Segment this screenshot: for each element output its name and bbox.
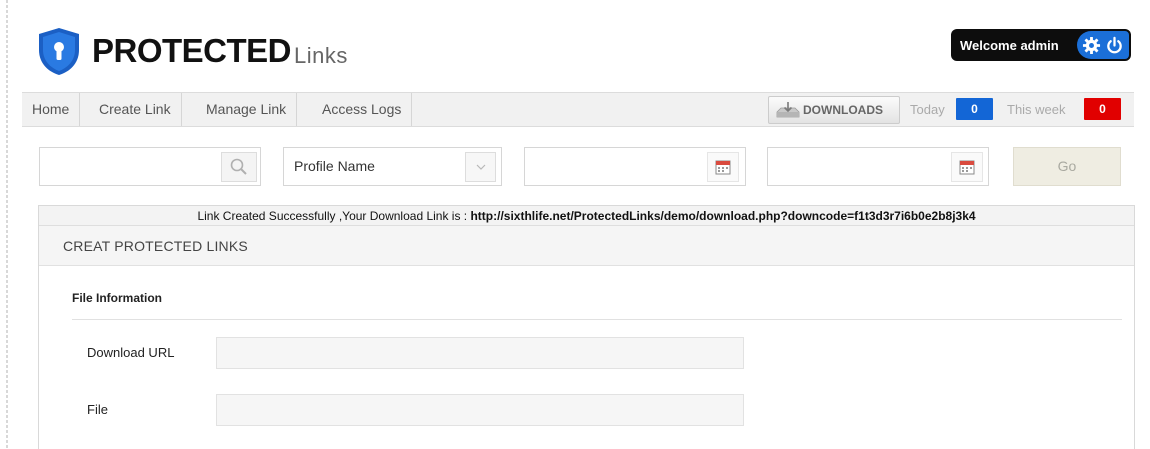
shield-keyhole-icon <box>39 28 79 75</box>
panel-heading: CREAT PROTECTED LINKS <box>39 226 1134 266</box>
downloads-button[interactable]: DOWNLOADS <box>768 96 900 124</box>
nav-home[interactable]: Home <box>22 93 81 126</box>
download-url-label: Download URL <box>87 345 175 360</box>
calendar-icon <box>715 160 731 175</box>
search-field[interactable] <box>39 147 261 186</box>
file-label: File <box>87 402 108 417</box>
profile-select[interactable]: Profile Name <box>283 147 502 186</box>
user-menu: Welcome admin <box>951 29 1131 61</box>
date-to-input[interactable] <box>767 147 989 186</box>
search-button[interactable] <box>221 152 257 182</box>
nav-access-logs[interactable]: Access Logs <box>312 93 413 126</box>
date-to-picker[interactable] <box>951 152 983 182</box>
brand-name: PROTECTED <box>92 32 292 69</box>
success-text: Link Created Successfully ,Your Download… <box>197 209 471 223</box>
user-actions <box>1077 31 1129 59</box>
section-divider <box>72 319 1122 320</box>
date-from-input[interactable] <box>524 147 746 186</box>
main-nav: Home Create Link Manage Link Access Logs… <box>22 92 1134 127</box>
chevron-down-icon <box>476 164 485 170</box>
today-count-badge: 0 <box>956 98 993 120</box>
nav-manage-link[interactable]: Manage Link <box>196 93 298 126</box>
left-border <box>6 0 8 449</box>
nav-create-link[interactable]: Create Link <box>89 93 182 126</box>
app-header: PROTECTED Links Welcome admin <box>30 22 1131 78</box>
profile-select-value: Profile Name <box>294 158 375 174</box>
welcome-text: Welcome admin <box>960 37 1059 53</box>
power-icon[interactable] <box>1105 36 1124 55</box>
today-label: Today <box>910 102 945 117</box>
download-link[interactable]: http://sixthlife.net/ProtectedLinks/demo… <box>470 209 975 223</box>
download-url-input[interactable] <box>216 337 744 369</box>
date-from-picker[interactable] <box>707 152 739 182</box>
file-input[interactable] <box>216 394 744 426</box>
brand-suffix: Links <box>294 42 348 68</box>
section-title: File Information <box>72 291 162 305</box>
downloads-label: DOWNLOADS <box>803 103 883 117</box>
week-label: This week <box>1007 102 1066 117</box>
week-count-badge: 0 <box>1084 98 1121 120</box>
success-message: Link Created Successfully ,Your Download… <box>39 206 1134 226</box>
downloads-icon <box>776 102 800 118</box>
search-icon <box>230 158 247 175</box>
create-link-panel: Link Created Successfully ,Your Download… <box>38 205 1135 449</box>
calendar-icon <box>959 160 975 175</box>
gear-icon[interactable] <box>1082 36 1101 55</box>
profile-dropdown-button[interactable] <box>465 152 496 182</box>
go-button[interactable]: Go <box>1013 147 1121 186</box>
logo[interactable]: PROTECTED Links <box>36 26 348 76</box>
